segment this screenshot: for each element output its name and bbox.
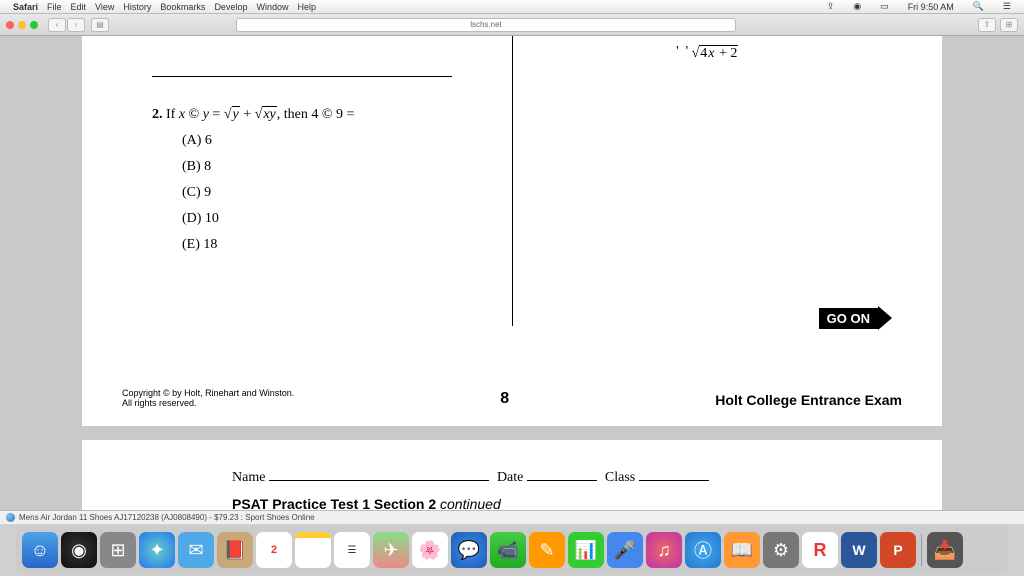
notification-icon[interactable]: ☰ [1003,1,1011,12]
status-text: Mens Air Jordan 11 Shoes AJ17120238 (AJ0… [19,513,315,522]
date-blank [527,480,597,481]
spotlight-icon[interactable]: 🔍 [973,1,984,12]
choice-d: (D) 10 [182,211,492,227]
question-2: 2. If x © y = y + xy, then 4 © 9 = (A) 6… [142,107,492,253]
finder-icon[interactable]: ☺ [22,532,58,568]
choice-e: (E) 18 [182,237,492,253]
section-title: PSAT Practice Test 1 Section 2 continued [232,496,902,510]
keynote-icon[interactable]: 🎤 [607,532,643,568]
page-number: 8 [500,390,509,408]
menu-help[interactable]: Help [297,2,316,12]
siri-icon[interactable]: ◉ [61,532,97,568]
answer-blank-line [152,76,452,77]
status-bar: Mens Air Jordan 11 Shoes AJ17120238 (AJ0… [0,510,1024,524]
go-on-arrow: GO ON [819,306,892,330]
calendar-icon[interactable]: 2 [256,532,292,568]
facetime-icon[interactable]: 📹 [490,532,526,568]
tabs-button[interactable]: ⊞ [1000,18,1018,32]
dock-separator [921,534,922,566]
class-label: Class [605,470,635,485]
arrow-right-icon [878,306,892,330]
menubar: Safari File Edit View History Bookmarks … [0,0,1024,14]
dock: ☺ ◉ ⊞ ✦ ✉ 📕 2 ☰ ✈ 🌸 💬 📹 ✎ 📊 🎤 ♫ Ⓐ 📖 ⚙ R … [16,526,1008,574]
close-icon[interactable] [6,21,14,29]
preferences-icon[interactable]: ⚙ [763,532,799,568]
name-blank [269,480,489,481]
safari-icon[interactable]: ✦ [139,532,175,568]
question-number: 2. [152,107,163,122]
menu-history[interactable]: History [123,2,151,12]
expression-top: ' ' 4x + 2 [533,46,883,62]
choice-c: (C) 9 [182,185,492,201]
itunes-icon[interactable]: ♫ [646,532,682,568]
menu-file[interactable]: File [47,2,62,12]
sidebar-button[interactable]: ▤ [91,18,109,32]
messages-icon[interactable]: 💬 [451,532,487,568]
numbers-icon[interactable]: 📊 [568,532,604,568]
maximize-icon[interactable] [30,21,38,29]
appstore-icon[interactable]: Ⓐ [685,532,721,568]
menu-view[interactable]: View [95,2,114,12]
class-blank [639,480,709,481]
mail-icon[interactable]: ✉ [178,532,214,568]
date-label: Date [497,470,523,485]
menu-app[interactable]: Safari [13,2,38,12]
word-icon[interactable]: W [841,532,877,568]
name-label: Name [232,470,265,485]
choice-b: (B) 8 [182,159,492,175]
document-page-2: Name Date Class PSAT Practice Test 1 Sec… [82,440,942,510]
trash-icon[interactable]: 🗑 [966,532,1002,568]
browser-toolbar: ‹ › ▤ lschs.net ⇧ ⊞ [0,14,1024,36]
sync-icon[interactable]: ⇪ [827,1,835,12]
maps-icon[interactable]: ✈ [373,532,409,568]
contacts-icon[interactable]: 📕 [217,532,253,568]
photos-icon[interactable]: 🌸 [412,532,448,568]
copyright: Copyright © by Holt, Rinehart and Winsto… [122,388,294,408]
back-button[interactable]: ‹ [48,18,66,32]
share-button[interactable]: ⇧ [978,18,996,32]
launchpad-icon[interactable]: ⊞ [100,532,136,568]
exam-name: Holt College Entrance Exam [715,392,902,408]
pages-icon[interactable]: ✎ [529,532,565,568]
minimize-icon[interactable] [18,21,26,29]
powerpoint-icon[interactable]: P [880,532,916,568]
reminders-icon[interactable]: ☰ [334,532,370,568]
menu-edit[interactable]: Edit [71,2,87,12]
r-app-icon[interactable]: R [802,532,838,568]
document-page-1: 2. If x © y = y + xy, then 4 © 9 = (A) 6… [82,36,942,426]
ibooks-icon[interactable]: 📖 [724,532,760,568]
forward-button[interactable]: › [67,18,85,32]
downloads-icon[interactable]: 📥 [927,532,963,568]
wifi-icon[interactable]: ◉ [853,1,861,12]
clock[interactable]: Fri 9:50 AM [908,2,954,12]
display-icon[interactable]: ▭ [880,1,889,12]
browser-content: 2. If x © y = y + xy, then 4 © 9 = (A) 6… [0,36,1024,510]
notes-icon[interactable] [295,532,331,568]
choice-a: (A) 6 [182,133,492,149]
globe-icon [6,513,15,522]
url-bar[interactable]: lschs.net [236,18,736,32]
menu-bookmarks[interactable]: Bookmarks [160,2,205,12]
menu-window[interactable]: Window [256,2,288,12]
menu-develop[interactable]: Develop [214,2,247,12]
